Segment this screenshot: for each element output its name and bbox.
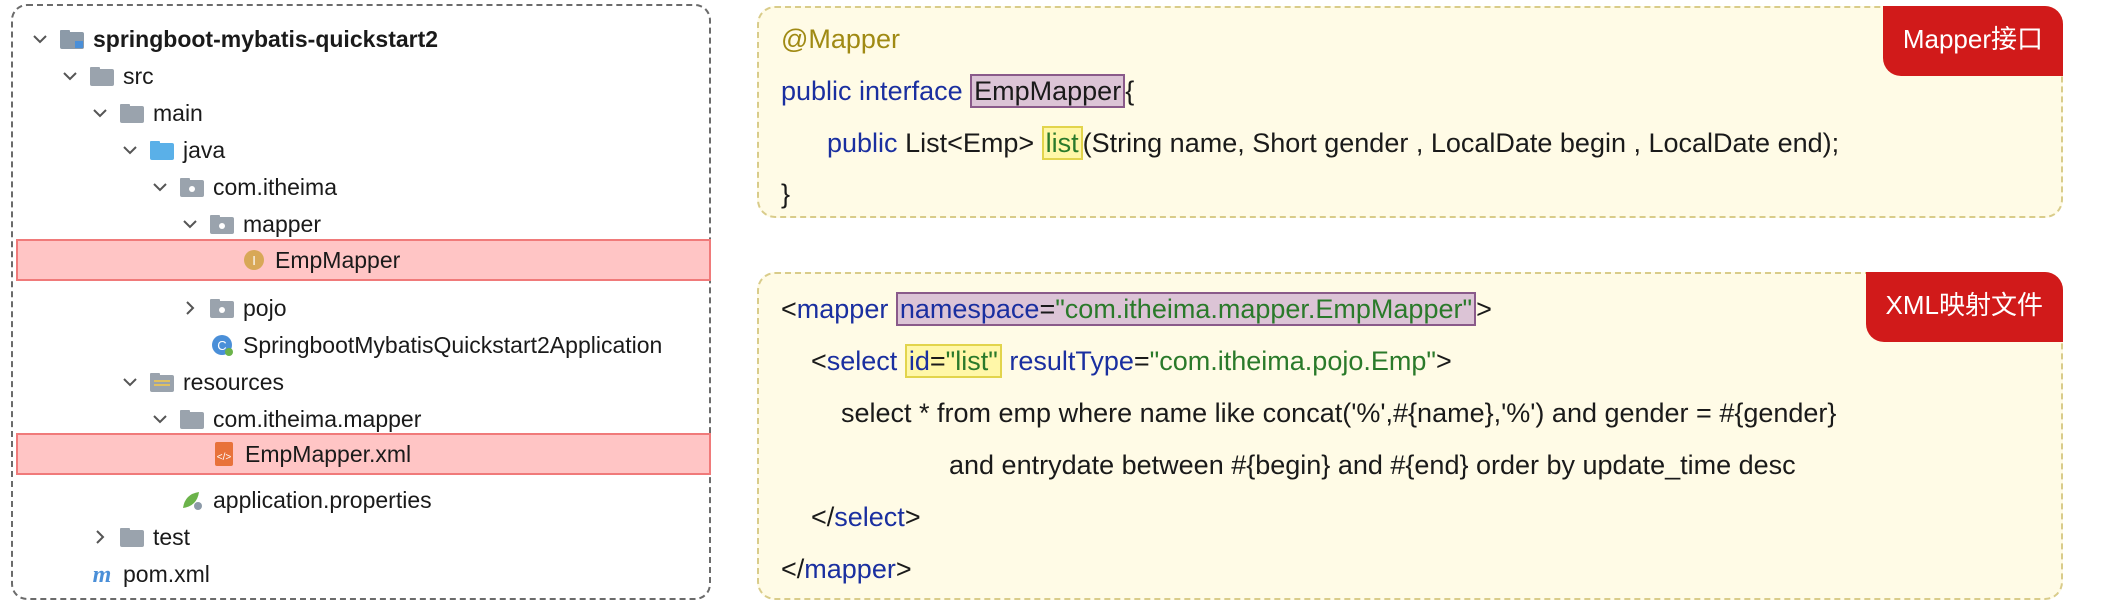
svg-text:</>: </> (217, 452, 232, 463)
tree-item-project[interactable]: springboot-mybatis-quickstart2 (13, 21, 709, 57)
code-line-annotation: @Mapper (781, 24, 900, 54)
code-line-interface: public interface EmpMapper{ (781, 74, 1135, 108)
project-tree-panel: springboot-mybatis-quickstart2 src main … (11, 4, 711, 600)
module-folder-icon (59, 27, 85, 51)
xml-mapping-tag: XML映射文件 (1865, 272, 2063, 342)
tree-item-label: springboot-mybatis-quickstart2 (93, 26, 439, 52)
xml-line-sql-2: and entrydate between #{begin} and #{end… (949, 450, 1796, 480)
chevron-down-icon[interactable] (89, 102, 111, 124)
tree-item-label: resources (183, 369, 284, 395)
resources-folder-icon (149, 370, 175, 394)
tree-item-label: mapper (243, 211, 321, 237)
tree-item-resources[interactable]: resources (13, 364, 709, 400)
method-name-highlight: list (1041, 126, 1083, 160)
interface-icon: I (241, 248, 267, 272)
tree-item-application-class[interactable]: C SpringbootMybatisQuickstart2Applicatio… (13, 327, 709, 363)
mapper-interface-card: Mapper接口 @Mapper public interface EmpMap… (757, 6, 2063, 218)
chevron-down-icon[interactable] (29, 28, 51, 50)
tree-item-test[interactable]: test (13, 519, 709, 555)
tree-item-src[interactable]: src (13, 58, 709, 94)
chevron-right-icon[interactable] (179, 297, 201, 319)
code-line-close: } (781, 179, 791, 209)
source-folder-icon (149, 138, 175, 162)
namespace-highlight: namespace="com.itheima.mapper.EmpMapper" (895, 292, 1477, 326)
tree-item-package-mapper[interactable]: mapper (13, 206, 709, 242)
chevron-down-icon[interactable] (119, 139, 141, 161)
chevron-down-icon[interactable] (149, 408, 171, 430)
tree-item-label: test (153, 524, 191, 550)
tree-item-application-properties[interactable]: application.properties (13, 482, 709, 518)
tree-item-package-itheima[interactable]: com.itheima (13, 169, 709, 205)
code-line-method: public List<Emp> list (String name, Short… (827, 126, 1840, 160)
tree-item-label: EmpMapper (275, 247, 401, 273)
folder-icon (119, 525, 145, 549)
package-icon (209, 212, 235, 236)
folder-icon (119, 101, 145, 125)
tree-item-java[interactable]: java (13, 132, 709, 168)
tree-item-resources-mapper[interactable]: com.itheima.mapper (13, 401, 709, 437)
tree-item-main[interactable]: main (13, 95, 709, 131)
chevron-down-icon[interactable] (119, 371, 141, 393)
tree-item-package-pojo[interactable]: pojo (13, 290, 709, 326)
xml-file-icon: </> (211, 442, 237, 466)
chevron-down-icon[interactable] (179, 213, 201, 235)
xml-line-select-close: </select> (811, 502, 921, 532)
tree-item-empmapper[interactable]: I EmpMapper (16, 239, 711, 281)
package-icon (209, 296, 235, 320)
tree-item-label: pojo (243, 295, 287, 321)
svg-text:m: m (93, 562, 112, 586)
xml-line-sql-1: select * from emp where name like concat… (841, 398, 1837, 428)
maven-icon: m (89, 562, 115, 586)
tree-item-label: main (153, 100, 203, 126)
folder-icon (179, 407, 205, 431)
tree-item-label: SpringbootMybatisQuickstart2Application (243, 332, 663, 358)
chevron-down-icon[interactable] (59, 65, 81, 87)
mapper-interface-tag: Mapper接口 (1882, 6, 2063, 76)
package-icon (179, 175, 205, 199)
tree-item-label: pom.xml (123, 561, 210, 587)
tree-item-label: application.properties (213, 487, 432, 513)
svg-text:I: I (252, 253, 256, 268)
chevron-right-icon[interactable] (89, 526, 111, 548)
tree-item-label: com.itheima (213, 174, 337, 200)
tree-item-label: java (183, 137, 226, 163)
select-id-highlight: id="list" (904, 344, 1002, 378)
tree-item-empmapper-xml[interactable]: </> EmpMapper.xml (16, 433, 711, 475)
xml-line-mapper-open: <mapper namespace="com.itheima.mapper.Em… (781, 292, 1492, 326)
tree-item-label: com.itheima.mapper (213, 406, 422, 432)
xml-line-select-open: <select id="list" resultType="com.itheim… (811, 344, 1452, 378)
folder-icon (89, 64, 115, 88)
interface-name-highlight: EmpMapper (970, 74, 1126, 108)
tree-item-label: src (123, 63, 154, 89)
chevron-down-icon[interactable] (149, 176, 171, 198)
xml-line-mapper-close: </mapper> (781, 554, 912, 584)
tree-item-pom[interactable]: m pom.xml (13, 556, 709, 592)
xml-mapping-card: XML映射文件 <mapper namespace="com.itheima.m… (757, 272, 2063, 600)
tree-item-label: EmpMapper.xml (245, 441, 412, 467)
properties-file-icon (179, 488, 205, 512)
spring-class-icon: C (209, 333, 235, 357)
